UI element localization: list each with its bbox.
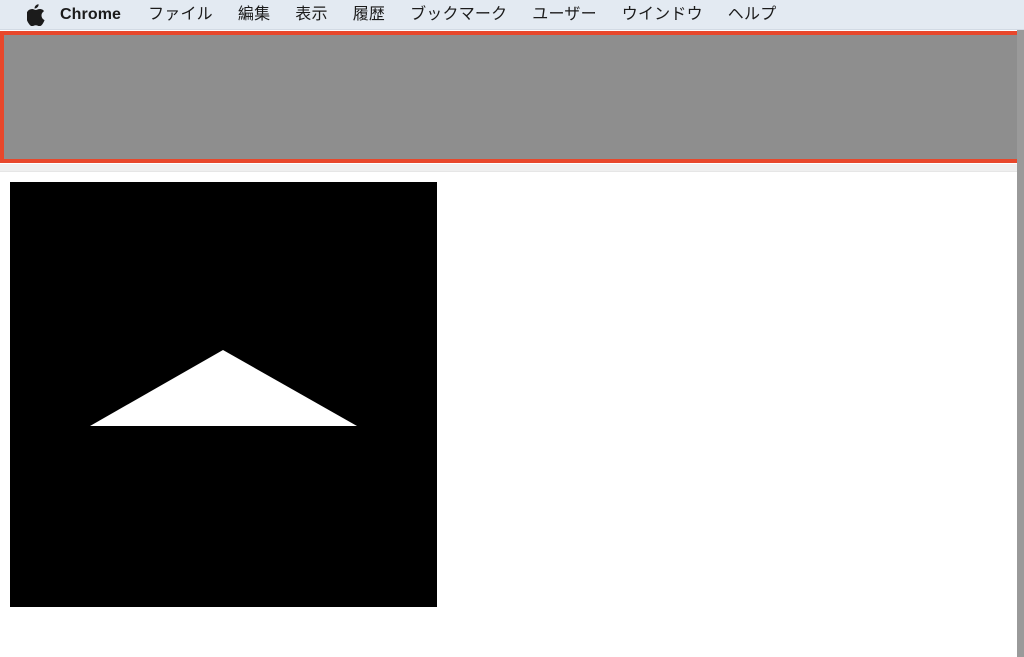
highlighted-region-fill	[4, 35, 1020, 159]
menu-item-help[interactable]: ヘルプ	[728, 0, 777, 30]
triangle-shape	[90, 350, 357, 426]
media-canvas[interactable]	[10, 182, 437, 607]
page-content	[0, 30, 1024, 657]
menu-item-bookmarks[interactable]: ブックマーク	[410, 0, 507, 30]
menu-item-view[interactable]: 表示	[295, 0, 327, 30]
menu-item-history[interactable]: 履歴	[353, 0, 385, 30]
highlighted-region[interactable]	[0, 31, 1024, 163]
menu-item-window[interactable]: ウインドウ	[622, 0, 703, 30]
menu-bar: Chrome ファイル 編集 表示 履歴 ブックマーク ユーザー ウインドウ ヘ…	[0, 0, 1024, 30]
menu-item-edit[interactable]: 編集	[238, 0, 270, 30]
menu-item-chrome[interactable]: Chrome	[60, 0, 121, 30]
vertical-scrollbar-thumb[interactable]	[1017, 30, 1024, 657]
apple-logo-icon[interactable]	[26, 3, 46, 27]
vertical-scrollbar-track[interactable]	[1017, 30, 1024, 657]
menu-item-profiles[interactable]: ユーザー	[532, 0, 596, 30]
content-divider	[0, 164, 1024, 172]
menu-item-file[interactable]: ファイル	[148, 0, 213, 30]
